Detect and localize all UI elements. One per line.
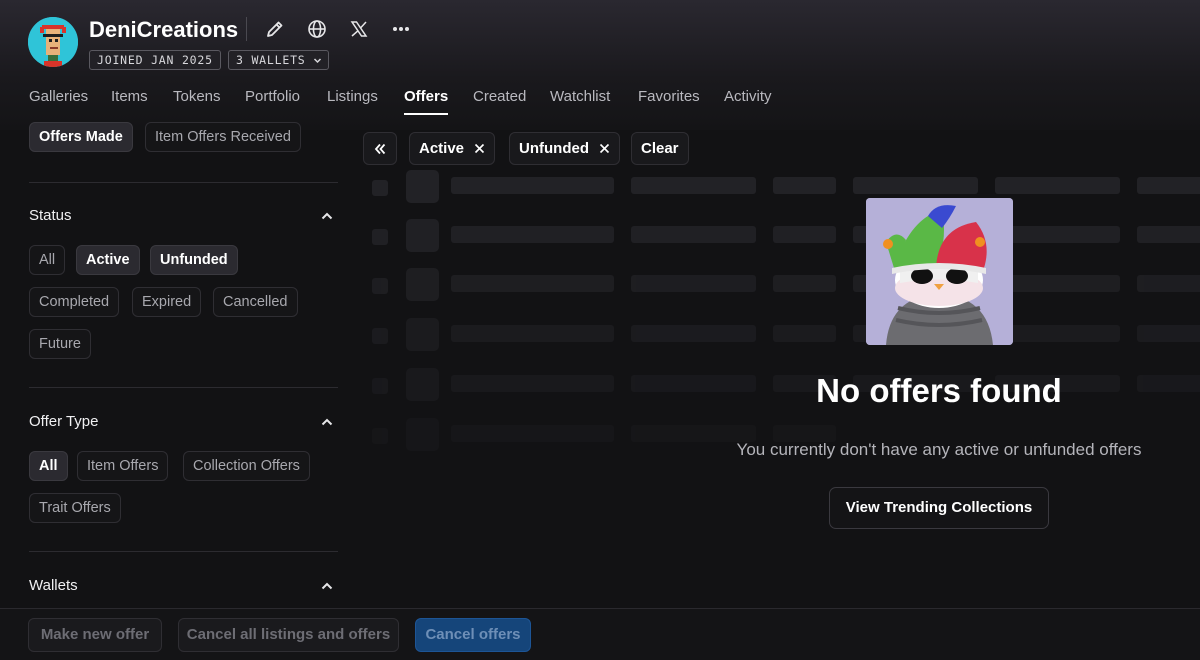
tab-created[interactable]: Created — [473, 88, 526, 105]
item-offers-received-toggle[interactable]: Item Offers Received — [145, 122, 301, 152]
empty-state-subtitle: You currently don't have any active or u… — [736, 440, 1142, 459]
offers-made-toggle[interactable]: Offers Made — [29, 122, 133, 152]
make-new-offer-button[interactable]: Make new offer — [28, 618, 162, 652]
status-unfunded-chip[interactable]: Unfunded — [150, 245, 238, 275]
tab-favorites[interactable]: Favorites — [638, 88, 700, 105]
tab-tokens[interactable]: Tokens — [173, 88, 221, 105]
wallets-dropdown[interactable]: 3 WALLETS — [228, 50, 329, 70]
chevron-down-icon — [313, 58, 321, 64]
status-all-chip[interactable]: All — [29, 245, 66, 275]
cancel-offers-button[interactable]: Cancel offers — [415, 618, 531, 652]
close-icon[interactable] — [474, 143, 485, 154]
chevron-up-icon[interactable] — [318, 577, 336, 595]
filter-sidebar: Offers Made Item Offers Received Status … — [0, 118, 348, 608]
unfunded-filter-chip[interactable]: Unfunded — [509, 132, 620, 165]
wallets-dropdown-label: 3 WALLETS — [236, 53, 306, 67]
double-chevron-left-icon — [374, 143, 386, 154]
status-active-chip[interactable]: Active — [76, 245, 140, 275]
active-filter-chip[interactable]: Active — [409, 132, 496, 165]
skeleton-row — [348, 318, 1200, 354]
tab-portfolio[interactable]: Portfolio — [245, 88, 300, 105]
section-divider — [29, 182, 338, 183]
chevron-up-icon[interactable] — [318, 413, 336, 431]
offer-type-collection-chip[interactable]: Collection Offers — [183, 451, 310, 481]
tab-watchlist[interactable]: Watchlist — [550, 88, 610, 105]
header-divider — [246, 17, 247, 41]
wallets-section-title[interactable]: Wallets — [29, 577, 78, 594]
offer-type-trait-chip[interactable]: Trait Offers — [29, 493, 121, 523]
bottom-action-bar: Make new offer Cancel all listings and o… — [0, 608, 1200, 660]
status-cancelled-chip[interactable]: Cancelled — [213, 287, 298, 317]
tab-offers[interactable]: Offers — [404, 88, 449, 115]
cancel-all-listings-button[interactable]: Cancel all listings and offers — [178, 618, 399, 652]
active-filter-label: Active — [419, 140, 465, 157]
tab-activity[interactable]: Activity — [724, 88, 772, 105]
empty-state-title: No offers found — [816, 372, 1062, 409]
chevron-up-icon[interactable] — [318, 207, 336, 225]
pencil-icon[interactable] — [262, 16, 288, 42]
status-section-title[interactable]: Status — [29, 207, 72, 224]
avatar[interactable] — [28, 17, 78, 67]
skeleton-row — [348, 219, 1200, 255]
offer-type-section-title[interactable]: Offer Type — [29, 413, 99, 430]
tab-listings[interactable]: Listings — [327, 88, 378, 105]
more-icon[interactable] — [388, 16, 414, 42]
offer-type-all-chip[interactable]: All — [29, 451, 68, 481]
view-trending-collections-button[interactable]: View Trending Collections — [829, 487, 1049, 529]
skeleton-row — [348, 268, 1200, 304]
offer-type-item-chip[interactable]: Item Offers — [77, 451, 169, 481]
profile-header: DeniCreations JOINED JAN 2025 3 WALLETS — [0, 0, 1200, 80]
skeleton-row — [348, 170, 1200, 206]
status-expired-chip[interactable]: Expired — [132, 287, 202, 317]
globe-icon[interactable] — [304, 16, 330, 42]
profile-username: DeniCreations — [89, 17, 239, 42]
section-divider — [29, 387, 338, 388]
offers-content: Active Unfunded Clear — [348, 118, 1200, 608]
status-future-chip[interactable]: Future — [29, 329, 91, 359]
tab-items[interactable]: Items — [111, 88, 148, 105]
clear-filters-button[interactable]: Clear — [631, 132, 689, 165]
joined-badge: JOINED JAN 2025 — [89, 50, 221, 70]
tab-galleries[interactable]: Galleries — [29, 88, 88, 105]
unfunded-filter-label: Unfunded — [519, 140, 589, 157]
collapse-sidebar-button[interactable] — [363, 132, 397, 165]
x-logo-icon[interactable] — [346, 16, 372, 42]
close-icon[interactable] — [599, 143, 610, 154]
joined-badge-label: JOINED JAN 2025 — [97, 53, 213, 67]
empty-state-illustration — [866, 198, 1013, 345]
status-completed-chip[interactable]: Completed — [29, 287, 120, 317]
section-divider — [29, 551, 338, 552]
